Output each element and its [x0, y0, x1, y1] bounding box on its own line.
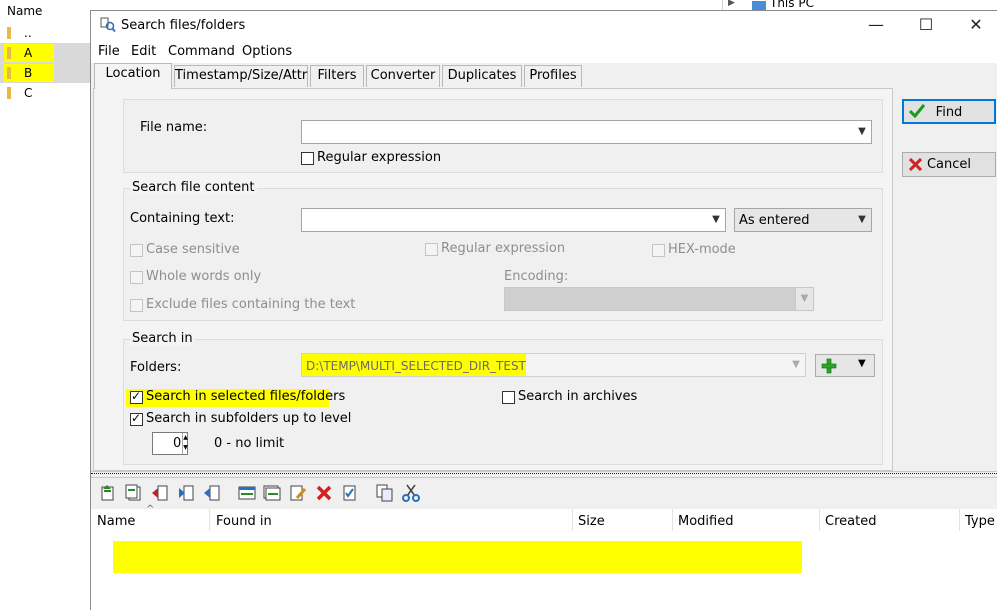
empty-results-highlight	[113, 541, 802, 573]
column-header-found-in[interactable]: Found in	[216, 514, 272, 529]
column-header-size[interactable]: Size	[578, 514, 605, 529]
hex-mode-checkbox[interactable]	[652, 244, 665, 257]
column-header-modified[interactable]: Modified	[678, 514, 733, 529]
folders-label: Folders:	[130, 360, 182, 375]
search-dialog: Search files/folders — ☐ ✕ File Edit Com…	[90, 10, 997, 611]
content-regex-label: Regular expression	[441, 241, 566, 256]
cut-icon[interactable]	[402, 484, 420, 502]
spinner-arrows-icon[interactable]: ▲ ▼	[182, 433, 188, 454]
menu-edit[interactable]: Edit	[131, 44, 156, 59]
view-icon[interactable]	[238, 484, 256, 502]
background-file-panel: Name .. A B C	[0, 0, 92, 610]
cancel-button[interactable]: Cancel	[902, 152, 996, 177]
close-button[interactable]: ✕	[953, 11, 997, 41]
exclude-files-label: Exclude files containing the text	[146, 297, 356, 312]
delete-icon[interactable]	[315, 484, 333, 502]
folder-icon	[7, 27, 11, 39]
select-files-icon[interactable]	[341, 484, 359, 502]
find-button[interactable]: Find	[902, 99, 996, 124]
folders-combo[interactable]: D:\TEMP\MULTI_SELECTED_DIR_TEST ▼	[301, 353, 806, 377]
folder-icon	[7, 87, 11, 99]
tab-filters[interactable]: Filters	[310, 65, 364, 87]
results-toolbar	[91, 477, 997, 509]
file-list-item-b[interactable]: B	[0, 63, 92, 83]
hex-mode-label: HEX-mode	[668, 242, 736, 257]
search-in-title: Search in	[130, 331, 195, 346]
menu-file[interactable]: File	[98, 44, 120, 59]
sort-ascending-icon: ^	[146, 504, 155, 515]
feed-to-listbox-icon[interactable]	[99, 484, 117, 502]
feed-list-icon[interactable]	[124, 484, 142, 502]
file-name-regex-checkbox[interactable]	[301, 152, 314, 165]
column-header-created[interactable]: Created	[825, 514, 876, 529]
add-folder-button[interactable]: ▼	[815, 354, 875, 377]
chevron-down-icon: ▼	[858, 358, 866, 369]
plus-icon	[821, 358, 837, 374]
menu-command[interactable]: Command	[168, 44, 235, 59]
file-list-item-parent[interactable]: ..	[0, 23, 92, 43]
column-header-type[interactable]: Type	[965, 514, 995, 529]
exclude-files-checkbox[interactable]	[130, 299, 143, 312]
column-header-name[interactable]: Name	[7, 4, 42, 18]
column-header-name[interactable]: Name	[97, 514, 135, 529]
search-content-title: Search file content	[130, 180, 257, 195]
chevron-down-icon[interactable]: ▼	[787, 354, 805, 376]
tab-page-location: File name: ▼ Regular expression Search f…	[93, 88, 893, 471]
chevron-down-icon[interactable]: ▼	[795, 288, 813, 310]
title-bar[interactable]: Search files/folders — ☐ ✕	[91, 11, 997, 41]
whole-words-label: Whole words only	[146, 269, 262, 284]
this-pc-label[interactable]: This PC	[770, 0, 814, 10]
expand-arrow-icon[interactable]: ▶	[728, 0, 735, 8]
file-list-item-a[interactable]: A	[0, 43, 92, 63]
whole-words-checkbox[interactable]	[130, 271, 143, 284]
containing-text-label: Containing text:	[130, 211, 235, 226]
folder-icon	[7, 67, 11, 79]
search-archives-checkbox[interactable]	[502, 391, 515, 404]
file-name-label: File name:	[140, 120, 208, 135]
search-app-icon	[100, 17, 116, 33]
copy-icon[interactable]	[376, 484, 394, 502]
tab-converter[interactable]: Converter	[366, 65, 440, 87]
level-spinner[interactable]: 0 ▲ ▼	[152, 432, 188, 455]
search-subfolders-label: Search in subfolders up to level	[146, 411, 352, 426]
search-archives-label: Search in archives	[518, 389, 638, 404]
tab-timestamp-size-attr[interactable]: Timestamp/Size/Attr	[174, 65, 308, 87]
case-sensitive-label: Case sensitive	[146, 242, 240, 257]
text-mode-select[interactable]: As entered ▼	[734, 208, 872, 232]
file-list-item-c[interactable]: C	[0, 83, 92, 103]
folder-icon	[7, 47, 11, 59]
search-selected-checkbox[interactable]	[130, 389, 143, 404]
encoding-select[interactable]: ▼	[504, 287, 814, 311]
view-all-icon[interactable]	[263, 484, 281, 502]
containing-text-combo[interactable]: ▼	[301, 208, 726, 232]
level-hint: 0 - no limit	[214, 436, 285, 451]
encoding-label: Encoding:	[504, 269, 569, 284]
go-to-file-icon[interactable]	[151, 484, 169, 502]
file-name-combo[interactable]: ▼	[301, 120, 872, 144]
tab-duplicates[interactable]: Duplicates	[442, 65, 522, 87]
new-search-icon[interactable]	[177, 484, 195, 502]
maximize-button[interactable]: ☐	[903, 11, 949, 41]
chevron-down-icon[interactable]: ▼	[707, 209, 725, 231]
window-title: Search files/folders	[121, 18, 246, 33]
chevron-down-icon[interactable]: ▼	[853, 121, 871, 143]
file-name-regex-label: Regular expression	[317, 150, 442, 165]
content-regex-checkbox[interactable]	[425, 243, 438, 256]
search-selected-label: Search in selected files/folders	[146, 389, 346, 404]
search-subfolders-checkbox[interactable]	[130, 411, 143, 426]
last-search-icon[interactable]	[203, 484, 221, 502]
tab-location[interactable]: Location	[94, 63, 172, 89]
minimize-button[interactable]: —	[853, 11, 899, 41]
edit-icon[interactable]	[289, 484, 307, 502]
case-sensitive-checkbox[interactable]	[130, 244, 143, 257]
chevron-down-icon[interactable]: ▼	[853, 209, 871, 231]
tab-profiles[interactable]: Profiles	[524, 65, 582, 87]
menu-options[interactable]: Options	[242, 44, 292, 59]
